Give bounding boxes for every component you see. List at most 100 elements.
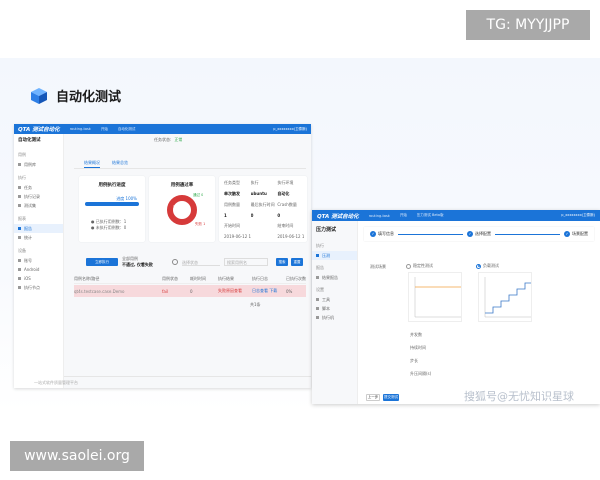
sidebar-item-exec-records[interactable]: 执行记录 — [14, 192, 63, 201]
col-header: 用例状态 — [162, 275, 178, 281]
footer-text: 一站式软件质量管理平台 — [34, 380, 78, 385]
watermark: 搜狐号@无忧知识星球 — [464, 390, 574, 403]
info-cell: Crash数量 — [277, 202, 297, 207]
sidebar-item-result-report[interactable]: 结果报告 — [312, 273, 357, 282]
top-tab-start[interactable]: 开始 — [400, 213, 407, 218]
info-cell: 2019-06-12 10:39 — [277, 234, 304, 239]
radio-selected-icon[interactable] — [476, 263, 481, 269]
step-3[interactable]: ✓ 场景配置 — [564, 231, 588, 237]
app-logo[interactable]: QTA 测试自动化 — [317, 212, 359, 220]
status-select[interactable]: 选择状态 — [182, 260, 220, 266]
col-header: 用例名称/路径 — [74, 275, 100, 281]
sidebar-item-stress[interactable]: 压测 — [312, 251, 357, 260]
sidebar-item-tools[interactable]: 工具 — [312, 295, 357, 304]
sidebar-item-executors[interactable]: 执行机 — [312, 313, 357, 322]
field-interval-label: 升压间隔(s) — [410, 371, 432, 376]
pass-card-title: 用例通过率 — [170, 183, 194, 188]
automation-window: QTA 测试自动化 routing-task 开始 自动化测试 p_xxxxxx… — [14, 124, 311, 388]
site-label: www.saolei.org — [10, 441, 144, 471]
tab-overview[interactable]: 结果概况 — [84, 160, 100, 168]
sidebar-item-ios[interactable]: iOS — [14, 274, 63, 283]
stress-icon — [316, 254, 319, 257]
slide-header: 自动化测试 — [30, 86, 121, 105]
sidebar-item-android[interactable]: Android — [14, 265, 63, 274]
top-tab-start[interactable]: 开始 — [101, 127, 108, 132]
stability-preview — [408, 272, 462, 322]
sidebar-item-case-library[interactable]: 用例库 — [14, 160, 63, 169]
cell-log[interactable]: 日志查看 下载 — [252, 288, 286, 294]
machine-icon — [316, 316, 319, 319]
col-header: 执行日志 — [252, 275, 268, 281]
tabs-divider — [74, 168, 306, 169]
user-menu[interactable]: p_xxxxxxxx(卫泰斯) — [561, 213, 595, 218]
pass-center-value: 0% — [176, 210, 182, 214]
sidebar-item-test-sets[interactable]: 测试集 — [14, 201, 63, 210]
fail-count-label: 失败 1 — [195, 222, 206, 226]
option-stability[interactable]: 稳定性测试 — [406, 263, 433, 269]
reset-button[interactable]: 重置 — [291, 258, 303, 266]
cell-case-name[interactable]: qt4s.testcase.case.Demo — [74, 289, 162, 294]
sidebar-item-accounts[interactable]: 账号 — [14, 256, 63, 265]
sidebar-title: 自动化测试 — [18, 138, 41, 143]
pass-rate-card: 用例通过率 通过率 0% 通过 0 失败 1 — [149, 176, 215, 242]
col-header: 已执行次数 — [286, 275, 306, 281]
exec-card-title: 用例执行进度 — [98, 183, 126, 188]
prev-step-button[interactable]: 上一步 — [366, 394, 380, 401]
sidebar-item-reports[interactable]: 报告 — [14, 224, 63, 233]
cell-case-status: fail — [162, 288, 169, 294]
task-icon — [18, 186, 21, 189]
exec-progress-card: 用例执行进度 进度 100% ● 已执行用例数：1 ● 未执行用例数：0 — [79, 176, 145, 242]
info-cell: 2019-06-12 10:38 — [224, 234, 251, 239]
pager[interactable]: 共1条 — [250, 302, 261, 308]
run-now-button[interactable]: 立即执行 — [86, 258, 118, 266]
sidebar-section-reports: 报表 — [18, 216, 26, 221]
check-icon: ✓ — [370, 231, 376, 237]
top-tab-project[interactable]: routing-task — [369, 214, 390, 218]
top-tab-automation[interactable]: 自动化测试 — [118, 127, 136, 132]
info-cell: 0 — [250, 213, 254, 218]
app-logo[interactable]: QTA 测试自动化 — [18, 125, 60, 133]
sidebar-section-cases: 用例 — [18, 152, 26, 157]
tab-summary[interactable]: 结果总览 — [112, 160, 128, 168]
exec-progress-track — [85, 202, 139, 206]
info-cell: 执行环境 — [277, 180, 294, 185]
sidebar: 压力测试 执行 压测 报告 结果报告 设置 工具 脚本 执行机 — [312, 221, 358, 404]
pass-rate-donut — [167, 195, 197, 225]
library-icon — [18, 163, 21, 166]
pass-count-label: 通过 0 — [193, 193, 204, 197]
sidebar-item-scripts[interactable]: 脚本 — [312, 304, 357, 313]
sidebar-title: 压力测试 — [316, 227, 337, 233]
check-icon: ✓ — [467, 231, 473, 237]
case-search-input[interactable]: 搜索用例名 — [224, 258, 268, 266]
search-button[interactable]: 搜索 — [276, 258, 288, 266]
sidebar-item-exec-nodes[interactable]: 执行节点 — [14, 283, 63, 292]
cell-runs: 0% — [286, 288, 293, 294]
sidebar-item-stats[interactable]: 统计 — [14, 233, 63, 242]
settings-icon[interactable] — [172, 259, 178, 265]
account-icon — [18, 259, 21, 262]
step-1[interactable]: ✓ 填写信息 — [370, 231, 394, 237]
submit-test-button[interactable]: 提交测试 — [383, 394, 399, 401]
info-cell: 结束时间 — [277, 223, 294, 228]
task-status-label: 任务状态: — [154, 137, 172, 142]
table-row[interactable]: qt4s.testcase.case.Demo fail 0 失败原因查看 日志… — [74, 285, 306, 297]
top-tab-project[interactable]: routing-task — [70, 127, 91, 131]
user-menu[interactable]: p_xxxxxxxx(卫泰斯) — [273, 127, 307, 132]
report-icon — [18, 227, 21, 230]
step-2[interactable]: ✓ 选择配置 — [467, 231, 491, 237]
task-status: 任务状态: 正常 — [154, 137, 182, 143]
exec-legend-pending: ● 未执行用例数：0 — [91, 225, 127, 230]
script-icon — [316, 307, 319, 310]
sidebar-item-tasks[interactable]: 任务 — [14, 183, 63, 192]
option-load[interactable]: 负载测试 — [476, 263, 499, 269]
filter-summary[interactable]: 不通过, 仅看失败 — [122, 262, 153, 268]
top-tab-stress[interactable]: 压力测试 Beta版 — [417, 213, 444, 218]
main-content: ✓ 填写信息 ✓ 选择配置 ✓ 场景配置 测试场景 稳定性测试 负载测试 并发数… — [358, 221, 600, 404]
apple-icon — [18, 277, 21, 280]
info-cell: 执行 — [250, 180, 259, 185]
android-icon — [18, 268, 21, 271]
info-cell: 用例数量 — [224, 202, 240, 207]
cell-result[interactable]: 失败原因查看 — [218, 288, 252, 294]
main-content: 任务状态: 正常 结果概况 结果总览 用例执行进度 进度 100% ● 已执行用… — [64, 134, 311, 388]
radio-icon[interactable] — [406, 263, 411, 269]
